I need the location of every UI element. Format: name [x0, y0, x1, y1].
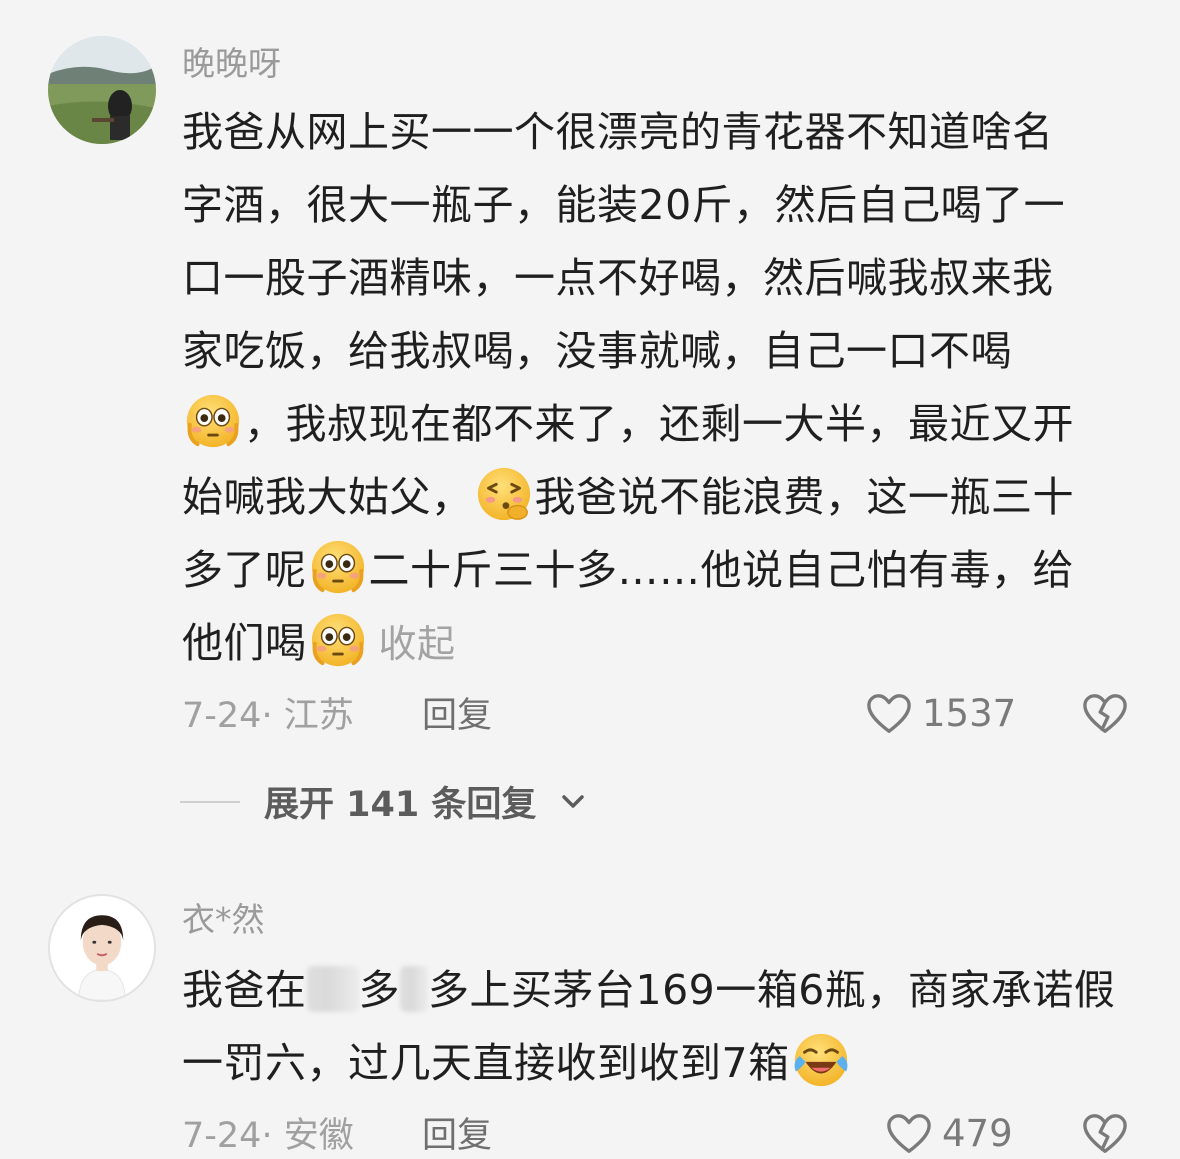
heart-outline-icon: [886, 1112, 932, 1156]
comment-line: 他们喝 收起: [182, 607, 1142, 681]
comment-line: 多了呢 二十斤三十多……他说自己怕有毒，给: [182, 534, 1142, 607]
heart-outline-icon: [866, 692, 912, 736]
comment-line: ，我叔现在都不来了，还剩一大半，最近又开: [182, 388, 1142, 461]
collapse-link[interactable]: 收起: [379, 622, 456, 666]
flushed-face-emoji: [309, 538, 367, 596]
censor-blur: [400, 966, 428, 1012]
reply-button[interactable]: 回复: [422, 1114, 492, 1158]
reply-button[interactable]: 回复: [422, 694, 492, 738]
comment-date: 7-24: [182, 696, 262, 736]
flushed-face-emoji: [309, 611, 367, 669]
comment-location: · 江苏: [261, 696, 354, 736]
comment-meta: 7-24· 安徽: [182, 1114, 354, 1158]
comment-line: 字酒，很大一瓶子，能装20斤，然后自己喝了一: [182, 181, 1066, 229]
broken-heart-icon[interactable]: [1082, 1112, 1128, 1156]
flushed-face-emoji: [184, 392, 242, 450]
like-button[interactable]: 1537: [866, 692, 1016, 736]
avatar[interactable]: [48, 894, 156, 1002]
expand-replies-label: 展开 141 条回复: [264, 785, 537, 825]
comment-location: · 安徽: [261, 1116, 354, 1156]
comment-line: 我爸在多多上买茅台169一箱6瓶，商家承诺假: [182, 966, 1116, 1014]
comment-date: 7-24: [182, 1116, 262, 1156]
divider: [180, 800, 240, 803]
like-count: 479: [942, 1112, 1013, 1155]
censor-blur: [306, 966, 359, 1012]
chevron-down-icon: [562, 794, 585, 808]
username[interactable]: 晚晚呀: [182, 44, 281, 84]
comment-line: 口一股子酒精味，一点不好喝，然后喊我叔来我: [182, 254, 1054, 302]
comment-line: 一罚六，过几天直接收到收到7箱: [182, 1027, 1142, 1100]
comment-text: 我爸从网上买一一个很漂亮的青花器不知道啥名 字酒，很大一瓶子，能装20斤，然后自…: [182, 96, 1142, 681]
comment-line: 始喊我大姑父， 我爸说不能浪费，这一瓶三十: [182, 461, 1142, 534]
comment-meta: 7-24· 江苏: [182, 694, 354, 738]
shy-face-emoji: [475, 465, 533, 523]
broken-heart-icon[interactable]: [1082, 692, 1128, 736]
comment-line: 家吃饭，给我叔喝，没事就喊，自己一口不喝: [182, 327, 1012, 375]
comment-line: 我爸从网上买一一个很漂亮的青花器不知道啥名: [182, 108, 1054, 156]
like-button[interactable]: 479: [886, 1112, 1013, 1156]
username[interactable]: 衣*然: [182, 900, 265, 940]
laughing-crying-emoji: [792, 1031, 850, 1089]
avatar[interactable]: [48, 36, 156, 144]
like-count: 1537: [922, 692, 1017, 735]
expand-replies-button[interactable]: 展开 141 条回复: [180, 776, 586, 827]
comment-text: 我爸在多多上买茅台169一箱6瓶，商家承诺假 一罚六，过几天直接收到收到7箱: [182, 954, 1142, 1100]
